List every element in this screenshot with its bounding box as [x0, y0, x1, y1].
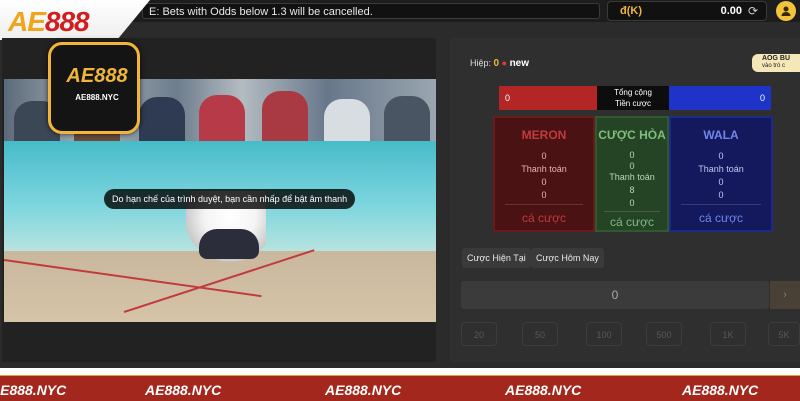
status-dot-icon: ● — [501, 58, 508, 68]
meron-bet-card[interactable]: MERON 0 Thanh toán 0 0 cá cược — [493, 116, 595, 232]
brand-badge: AE888 AE888.NYC — [48, 42, 140, 134]
wala-bet-card[interactable]: WALA 0 Thanh toán 0 0 cá cược — [669, 116, 773, 232]
chip-button[interactable]: 20 — [461, 322, 497, 346]
currency-label: đ(K) — [620, 5, 642, 17]
round-label: Hiệp: — [470, 58, 492, 68]
total-label: Tổng cộng Tiền cược — [597, 86, 669, 110]
draw-bet-button[interactable]: cá cược — [597, 215, 667, 229]
promo-tag[interactable]: AOG BU vào trò c — [752, 54, 800, 72]
chip-button[interactable]: 5K — [768, 322, 800, 346]
user-icon[interactable] — [776, 1, 796, 21]
wala-total: 0 — [669, 86, 771, 110]
strip-text: AE888.NYC — [505, 382, 582, 398]
draw-bet-card[interactable]: CƯỢC HÒA 0 0 Thanh toán 8 0 cá cược — [595, 116, 669, 232]
meron-total: 0 — [499, 86, 597, 110]
strip-text: AE888.NYC — [145, 382, 222, 398]
tab-today-bets[interactable]: Cược Hôm Nay — [531, 248, 604, 268]
wala-bet-button[interactable]: cá cược — [671, 211, 771, 225]
total-bets-bar: 0 Tổng cộng Tiền cược 0 — [499, 86, 771, 110]
round-info: Hiệp: 0 ● new — [470, 58, 529, 69]
brand-banner: AE888 — [0, 0, 150, 40]
meron-bet-button[interactable]: cá cược — [495, 211, 593, 225]
round-number: 0 — [493, 58, 500, 69]
clear-amount-button[interactable]: › — [770, 281, 800, 309]
balance-amount: 0.00 — [720, 5, 742, 17]
chip-button[interactable]: 500 — [646, 322, 682, 346]
chip-button[interactable]: 50 — [522, 322, 558, 346]
bet-amount-input[interactable]: 0 — [461, 281, 769, 309]
round-status: new — [509, 58, 530, 69]
strip-text: AE888.NYC — [0, 382, 67, 398]
strip-text: AE888.NYC — [325, 382, 402, 398]
chip-button[interactable]: 100 — [586, 322, 622, 346]
audio-notice[interactable]: Do hạn chế của trình duyệt, bạn cần nhấp… — [104, 189, 356, 209]
tab-current-bets[interactable]: Cược Hiện Tại — [462, 248, 531, 268]
rooster-body — [199, 229, 259, 259]
brand-strip: AE888.NYC AE888.NYC AE888.NYC AE888.NYC … — [0, 368, 800, 401]
strip-text: AE888.NYC — [682, 382, 759, 398]
announcement-marquee: E: Bets with Odds below 1.3 will be canc… — [142, 3, 600, 19]
balance-box[interactable]: đ(K) 0.00 ⟳ — [607, 1, 767, 21]
refresh-icon[interactable]: ⟳ — [748, 4, 758, 18]
brand-logo: AE888 — [8, 6, 90, 37]
chip-button[interactable]: 1K — [710, 322, 746, 346]
